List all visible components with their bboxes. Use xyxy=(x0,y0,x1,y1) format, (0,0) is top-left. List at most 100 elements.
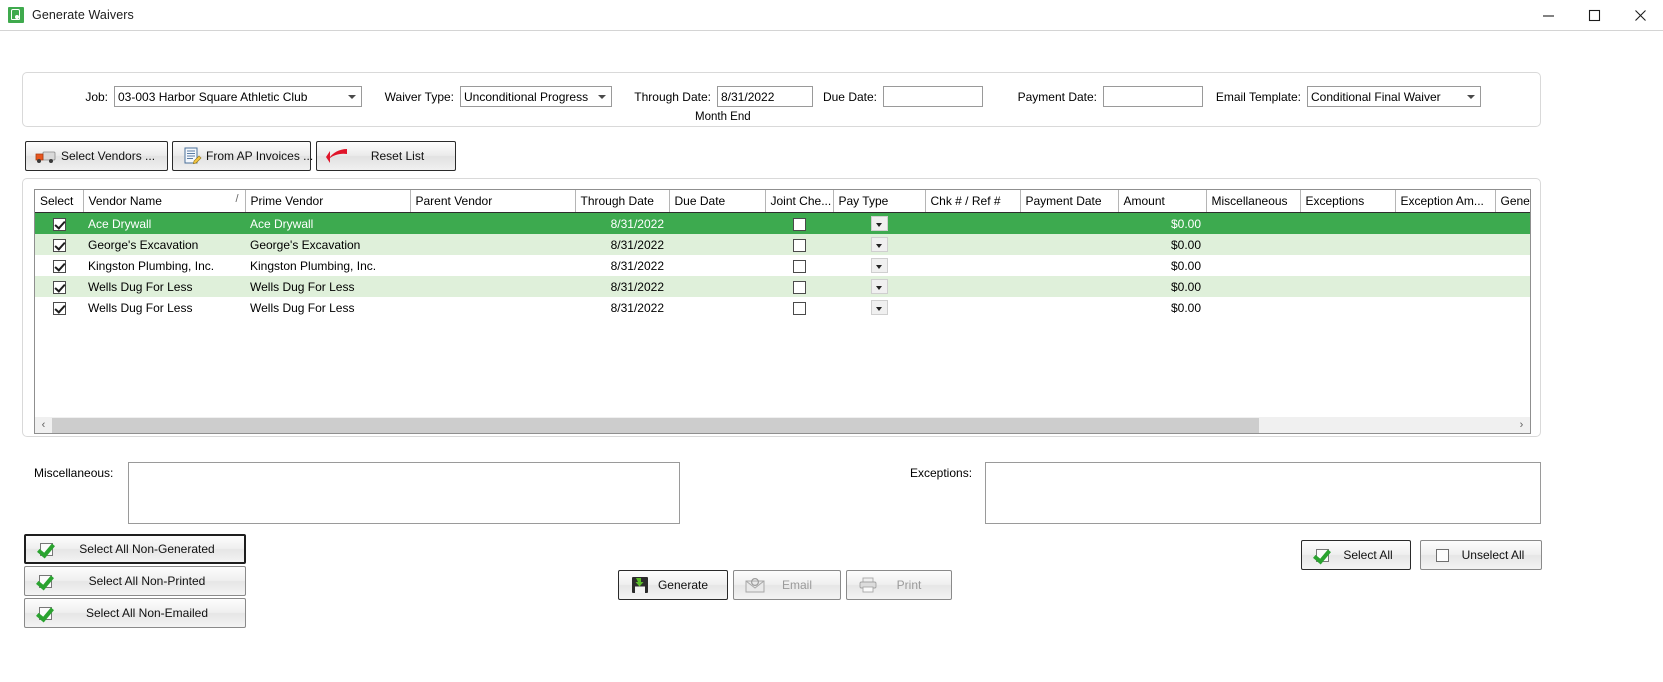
table-row[interactable]: Ace Drywall Ace Drywall 8/31/2022 $0.00 xyxy=(35,212,1530,234)
column-header-amount[interactable]: Amount xyxy=(1118,190,1207,213)
cell-prime-vendor: Ace Drywall xyxy=(245,212,410,234)
pay-type-dropdown-icon[interactable] xyxy=(870,237,888,253)
column-header-chk-ref[interactable]: Chk # / Ref # xyxy=(925,190,1021,213)
cell-joint-check[interactable] xyxy=(765,234,833,255)
select-all-non-emailed-button[interactable]: Select All Non-Emailed xyxy=(24,598,246,628)
column-header-payment-date[interactable]: Payment Date xyxy=(1020,190,1119,213)
generate-button[interactable]: Generate xyxy=(618,570,728,600)
cell-payment-date xyxy=(1020,234,1118,255)
pay-type-dropdown-icon[interactable] xyxy=(870,279,888,295)
joint-check-checkbox[interactable] xyxy=(792,217,806,231)
cell-joint-check[interactable] xyxy=(765,297,833,318)
column-header-through-date[interactable]: Through Date xyxy=(575,190,670,213)
cell-exception-amount xyxy=(1395,276,1495,297)
miscellaneous-textarea[interactable] xyxy=(128,462,680,524)
select-checkbox[interactable] xyxy=(52,217,66,231)
column-header-due-date[interactable]: Due Date xyxy=(669,190,766,213)
cell-chk-ref xyxy=(925,297,1020,318)
close-icon[interactable] xyxy=(1617,0,1663,30)
maximize-icon[interactable] xyxy=(1571,0,1617,30)
due-date-label: Due Date: xyxy=(822,89,877,104)
reset-list-button[interactable]: Reset List xyxy=(316,141,456,171)
row-select-checkbox-cell[interactable] xyxy=(35,297,83,318)
print-label: Print xyxy=(896,578,922,592)
vendor-grid[interactable]: Select Vendor Name / Prime Vendor Parent… xyxy=(34,189,1531,427)
table-row[interactable]: Wells Dug For Less Wells Dug For Less 8/… xyxy=(35,297,1530,318)
row-select-checkbox-cell[interactable] xyxy=(35,255,83,276)
column-header-pay-type[interactable]: Pay Type xyxy=(833,190,926,213)
select-all-button[interactable]: Select All xyxy=(1301,540,1411,570)
scrollbar-thumb[interactable] xyxy=(52,417,1259,433)
cell-exceptions xyxy=(1300,212,1395,234)
column-header-parent-vendor[interactable]: Parent Vendor xyxy=(410,190,576,213)
select-all-non-printed-button[interactable]: Select All Non-Printed xyxy=(24,566,246,596)
cell-pay-type[interactable] xyxy=(833,234,925,255)
pay-type-dropdown-icon[interactable] xyxy=(870,258,888,274)
cell-pay-type[interactable] xyxy=(833,255,925,276)
select-checkbox[interactable] xyxy=(52,280,66,294)
through-date-value: 8/31/2022 xyxy=(721,89,775,104)
scrollbar-track[interactable] xyxy=(52,417,1513,433)
job-select[interactable]: 03-003 Harbor Square Athletic Club xyxy=(114,86,362,107)
waiver-type-value: Unconditional Progress xyxy=(464,89,589,104)
column-header-exception-amount[interactable]: Exception Am... xyxy=(1395,190,1496,213)
unselect-all-button[interactable]: Unselect All xyxy=(1420,540,1542,570)
cell-due-date xyxy=(669,276,765,297)
table-row[interactable]: Wells Dug For Less Wells Dug For Less 8/… xyxy=(35,276,1530,297)
column-header-generated[interactable]: Gener xyxy=(1495,190,1530,213)
joint-check-checkbox[interactable] xyxy=(792,301,806,315)
cell-exception-amount xyxy=(1395,255,1495,276)
cell-through-date: 8/31/2022 xyxy=(575,297,669,318)
cell-prime-vendor: Wells Dug For Less xyxy=(245,297,410,318)
cell-prime-vendor: Wells Dug For Less xyxy=(245,276,410,297)
row-select-checkbox-cell[interactable] xyxy=(35,234,83,255)
cell-pay-type[interactable] xyxy=(833,276,925,297)
minimize-icon[interactable] xyxy=(1525,0,1571,30)
cell-joint-check[interactable] xyxy=(765,255,833,276)
pay-type-dropdown-icon[interactable] xyxy=(870,300,888,316)
joint-check-checkbox[interactable] xyxy=(792,238,806,252)
pay-type-dropdown-icon[interactable] xyxy=(870,216,888,232)
exceptions-label: Exceptions: xyxy=(910,466,973,480)
grid-horizontal-scrollbar[interactable]: ‹ › xyxy=(34,417,1531,434)
email-template-select[interactable]: Conditional Final Waiver xyxy=(1307,86,1481,107)
due-date-input[interactable] xyxy=(883,86,983,107)
cell-exception-amount xyxy=(1395,297,1495,318)
payment-date-input[interactable] xyxy=(1103,86,1203,107)
row-select-checkbox-cell[interactable] xyxy=(35,276,83,297)
table-row[interactable]: Kingston Plumbing, Inc. Kingston Plumbin… xyxy=(35,255,1530,276)
select-checkbox[interactable] xyxy=(52,238,66,252)
column-header-exceptions[interactable]: Exceptions xyxy=(1300,190,1396,213)
cell-pay-type[interactable] xyxy=(833,297,925,318)
column-header-joint-check[interactable]: Joint Che... xyxy=(765,190,834,213)
cell-joint-check[interactable] xyxy=(765,276,833,297)
waiver-type-select[interactable]: Unconditional Progress xyxy=(460,86,612,107)
select-checkbox[interactable] xyxy=(52,259,66,273)
through-date-input[interactable]: 8/31/2022 xyxy=(717,86,813,107)
email-button[interactable]: Email xyxy=(733,570,841,600)
waiver-type-field: Waiver Type: Unconditional Progress xyxy=(382,86,612,107)
joint-check-checkbox[interactable] xyxy=(792,280,806,294)
select-vendors-button[interactable]: Select Vendors ... xyxy=(25,141,168,171)
empty-checkbox-icon xyxy=(1427,548,1457,562)
scroll-right-icon[interactable]: › xyxy=(1513,417,1530,433)
cell-prime-vendor: Kingston Plumbing, Inc. xyxy=(245,255,410,276)
print-button[interactable]: Print xyxy=(846,570,952,600)
select-checkbox[interactable] xyxy=(52,301,66,315)
column-header-select[interactable]: Select xyxy=(35,190,84,213)
column-header-vendor-name[interactable]: Vendor Name / xyxy=(83,190,246,213)
cell-pay-type[interactable] xyxy=(833,212,925,234)
table-row[interactable]: George's Excavation George's Excavation … xyxy=(35,234,1530,255)
column-header-prime-vendor[interactable]: Prime Vendor xyxy=(245,190,411,213)
row-select-checkbox-cell[interactable] xyxy=(35,212,83,234)
select-all-non-generated-button[interactable]: Select All Non-Generated xyxy=(24,534,246,564)
cell-due-date xyxy=(669,212,765,234)
table-body: Ace Drywall Ace Drywall 8/31/2022 $0.00 xyxy=(35,212,1530,318)
cell-amount: $0.00 xyxy=(1118,255,1206,276)
joint-check-checkbox[interactable] xyxy=(792,259,806,273)
from-ap-invoices-button[interactable]: From AP Invoices ... xyxy=(172,141,313,171)
column-header-miscellaneous[interactable]: Miscellaneous xyxy=(1206,190,1301,213)
cell-joint-check[interactable] xyxy=(765,212,833,234)
exceptions-textarea[interactable] xyxy=(985,462,1541,524)
scroll-left-icon[interactable]: ‹ xyxy=(35,417,52,433)
